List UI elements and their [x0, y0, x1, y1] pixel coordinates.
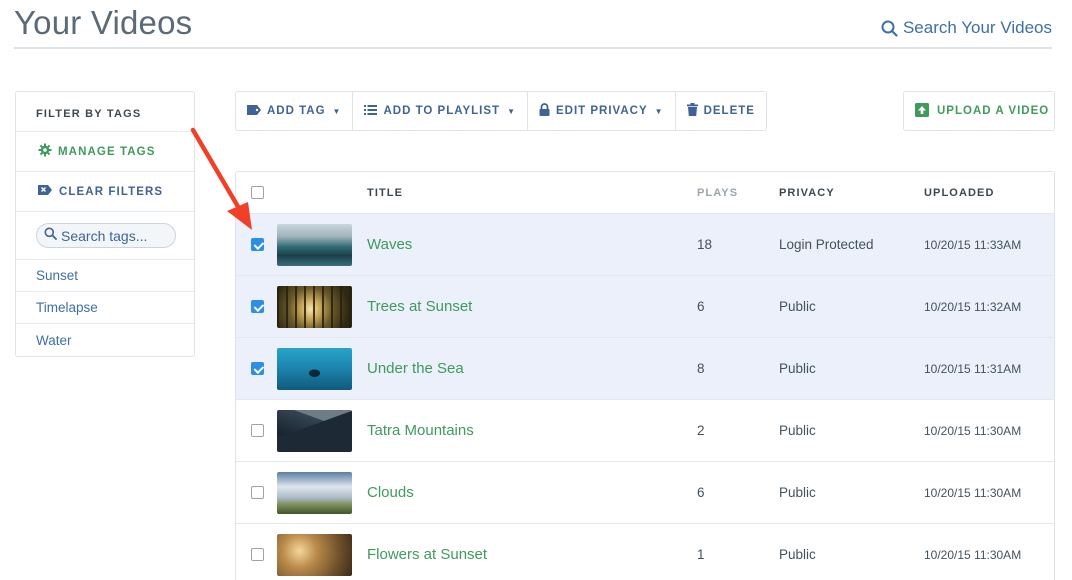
- upload-video-button[interactable]: UPLOAD A VIDEO: [903, 91, 1055, 131]
- search-icon: [881, 20, 898, 37]
- caret-down-icon: ▼: [654, 106, 664, 116]
- video-title-link[interactable]: Under the Sea: [367, 360, 464, 377]
- row-checkbox[interactable]: [251, 238, 264, 251]
- video-thumbnail[interactable]: [277, 410, 352, 452]
- video-uploaded: 10/20/15 11:30AM: [924, 424, 1022, 438]
- trash-icon: [686, 103, 698, 119]
- column-uploaded[interactable]: UPLOADED: [924, 187, 995, 199]
- row-checkbox[interactable]: [251, 362, 264, 375]
- video-privacy: Public: [779, 485, 816, 500]
- video-plays: 8: [697, 361, 705, 376]
- add-to-playlist-label: ADD TO PLAYLIST: [383, 105, 501, 117]
- column-title[interactable]: TITLE: [367, 187, 403, 199]
- caret-down-icon: ▼: [507, 106, 516, 116]
- video-plays: 1: [697, 547, 705, 562]
- caret-down-icon: ▼: [332, 106, 342, 116]
- video-title-link[interactable]: Waves: [367, 236, 412, 253]
- sidebar-tag-timelapse[interactable]: Timelapse: [16, 292, 194, 324]
- delete-label: DELETE: [703, 105, 755, 117]
- video-title-link[interactable]: Trees at Sunset: [367, 298, 472, 315]
- gear-icon: [38, 143, 52, 160]
- list-icon: [364, 104, 378, 118]
- video-uploaded: 10/20/15 11:31AM: [924, 362, 1022, 376]
- video-title-link[interactable]: Flowers at Sunset: [367, 546, 487, 563]
- video-thumbnail[interactable]: [277, 534, 352, 576]
- page-title: Your Videos: [14, 4, 193, 41]
- video-uploaded: 10/20/15 11:30AM: [924, 486, 1022, 500]
- video-uploaded: 10/20/15 11:32AM: [924, 300, 1022, 314]
- video-plays: 18: [697, 237, 713, 252]
- video-privacy: Public: [779, 547, 816, 562]
- video-privacy: Login Protected: [779, 237, 874, 252]
- video-privacy: Public: [779, 361, 816, 376]
- edit-privacy-label: EDIT PRIVACY: [555, 105, 648, 117]
- video-plays: 6: [697, 299, 705, 314]
- video-uploaded: 10/20/15 11:33AM: [924, 238, 1022, 252]
- tag-search-wrapper: [16, 212, 194, 260]
- table-row[interactable]: Flowers at Sunset 1 Public 10/20/15 11:3…: [236, 524, 1054, 580]
- video-title-link[interactable]: Clouds: [367, 484, 414, 501]
- video-table: TITLE PLAYS PRIVACY UPLOADED Waves 18 Lo…: [235, 171, 1055, 580]
- table-row[interactable]: Waves 18 Login Protected 10/20/15 11:33A…: [236, 214, 1054, 276]
- tag-search-box[interactable]: [36, 223, 176, 248]
- row-checkbox[interactable]: [251, 548, 264, 561]
- lock-icon: [539, 103, 550, 119]
- video-uploaded: 10/20/15 11:30AM: [924, 548, 1022, 562]
- table-row[interactable]: Tatra Mountains 2 Public 10/20/15 11:30A…: [236, 400, 1054, 462]
- tag-search-input[interactable]: [61, 227, 171, 244]
- column-plays[interactable]: PLAYS: [697, 187, 738, 199]
- column-privacy[interactable]: PRIVACY: [779, 187, 835, 199]
- search-icon: [44, 227, 57, 245]
- sidebar-tag-water[interactable]: Water: [16, 324, 194, 356]
- table-header: TITLE PLAYS PRIVACY UPLOADED: [236, 172, 1054, 214]
- search-videos-link[interactable]: Search Your Videos: [881, 18, 1052, 38]
- edit-privacy-button[interactable]: EDIT PRIVACY ▼: [528, 92, 676, 130]
- delete-button[interactable]: DELETE: [676, 92, 766, 130]
- add-to-playlist-button[interactable]: ADD TO PLAYLIST ▼: [353, 92, 528, 130]
- clear-filters-label: CLEAR FILTERS: [59, 185, 164, 198]
- clear-filters-button[interactable]: CLEAR FILTERS: [16, 172, 194, 212]
- row-checkbox[interactable]: [251, 486, 264, 499]
- manage-tags-button[interactable]: MANAGE TAGS: [16, 132, 194, 172]
- search-videos-label: Search Your Videos: [902, 18, 1052, 37]
- annotation-arrow-icon: [190, 127, 252, 230]
- video-thumbnail[interactable]: [277, 286, 352, 328]
- filter-heading: FILTER BY TAGS: [16, 92, 194, 132]
- video-privacy: Public: [779, 423, 816, 438]
- filter-sidebar: FILTER BY TAGS MANAGE TAGS CLEAR FILTERS…: [15, 91, 195, 357]
- upload-arrow-icon: [915, 102, 929, 120]
- sidebar-tag-sunset[interactable]: Sunset: [16, 260, 194, 292]
- table-row[interactable]: Under the Sea 8 Public 10/20/15 11:31AM: [236, 338, 1054, 400]
- video-thumbnail[interactable]: [277, 472, 352, 514]
- video-privacy: Public: [779, 299, 816, 314]
- row-checkbox[interactable]: [251, 300, 264, 313]
- table-row[interactable]: Trees at Sunset 6 Public 10/20/15 11:32A…: [236, 276, 1054, 338]
- video-plays: 6: [697, 485, 705, 500]
- video-thumbnail[interactable]: [277, 224, 352, 266]
- tag-x-icon: [38, 184, 53, 199]
- manage-tags-label: MANAGE TAGS: [58, 145, 156, 158]
- video-plays: 2: [697, 423, 705, 438]
- bulk-action-toolbar: ADD TAG ▼ ADD TO PLAYLIST ▼ EDIT PRIVACY…: [235, 91, 767, 131]
- upload-video-label: UPLOAD A VIDEO: [937, 105, 1050, 117]
- video-thumbnail[interactable]: [277, 348, 352, 390]
- header-divider: [14, 47, 1052, 49]
- add-tag-label: ADD TAG: [267, 105, 326, 117]
- table-row[interactable]: Clouds 6 Public 10/20/15 11:30AM: [236, 462, 1054, 524]
- tag-icon: [247, 104, 261, 118]
- row-checkbox[interactable]: [251, 424, 264, 437]
- video-title-link[interactable]: Tatra Mountains: [367, 422, 474, 439]
